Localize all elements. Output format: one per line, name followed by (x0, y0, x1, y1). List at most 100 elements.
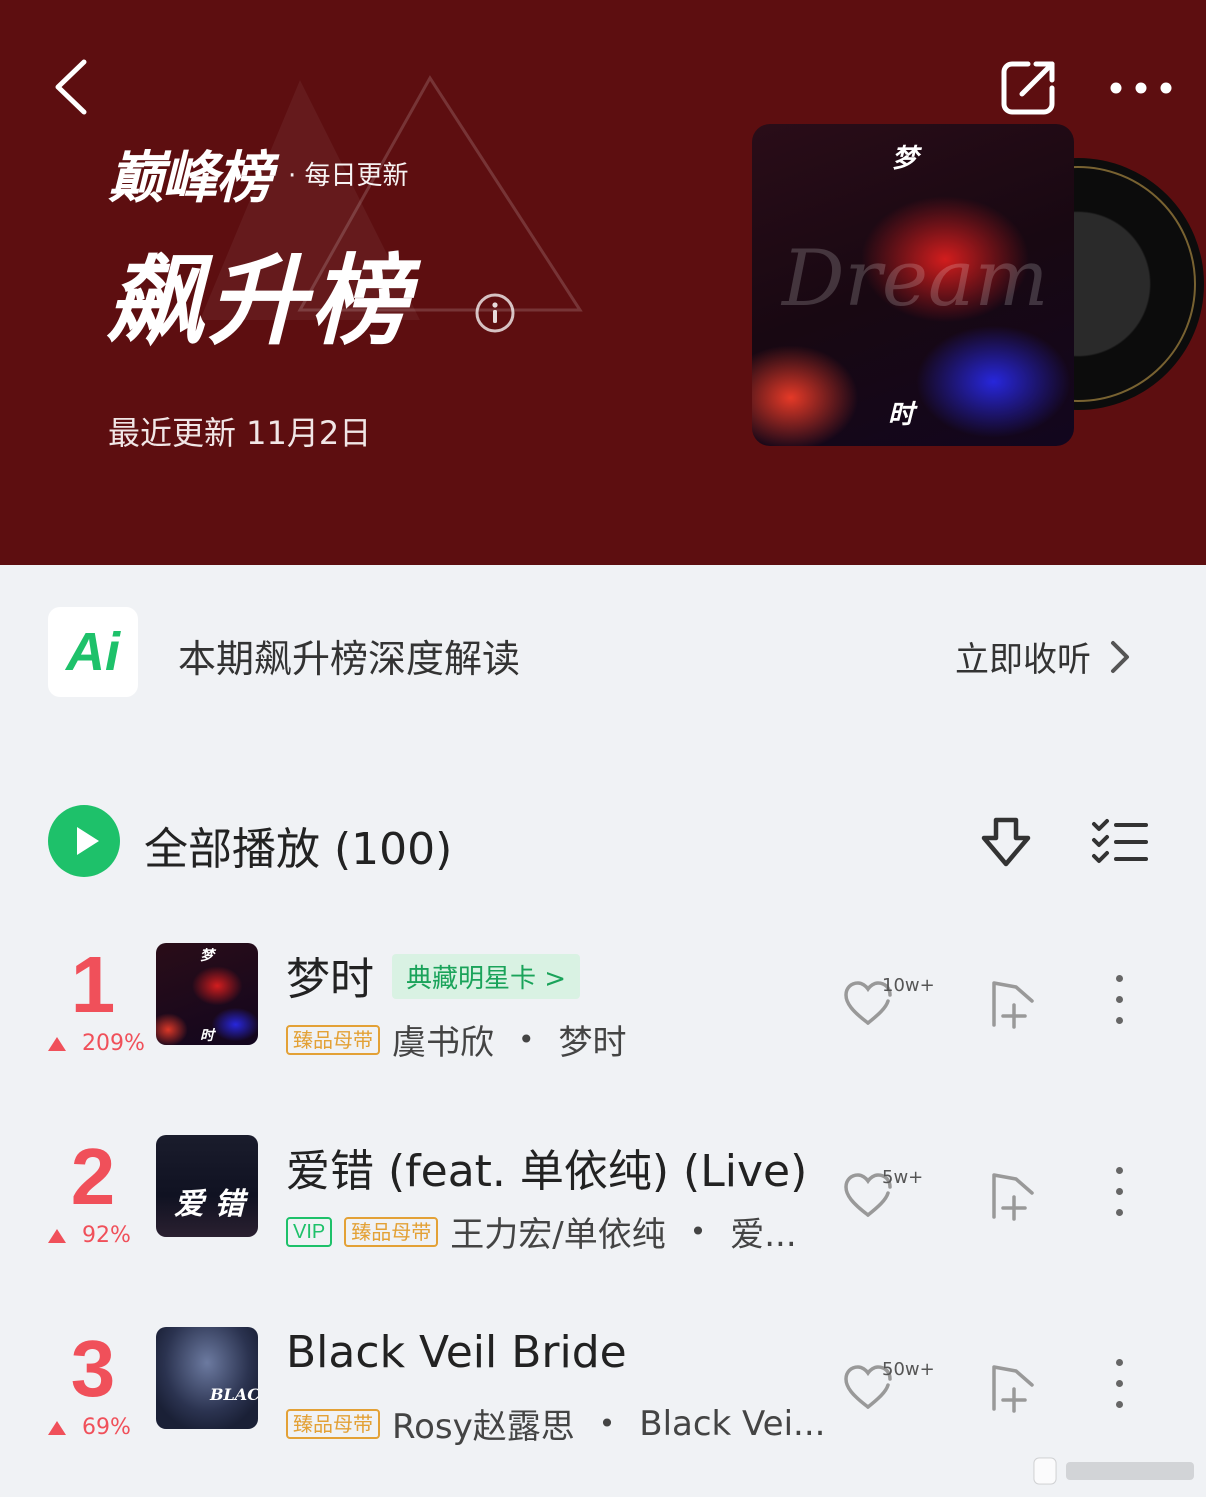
song-title-line[interactable]: 爱错 (feat. 单依纯) (Live) (286, 1135, 807, 1199)
ai-logo-text: Ai (66, 622, 120, 682)
song-thumbnail[interactable]: 爱 错 (156, 1135, 258, 1237)
song-rank: 3 (70, 1324, 116, 1413)
song-title-line[interactable]: 梦时 典藏明星卡 > (286, 943, 581, 1007)
more-dots-icon (1110, 82, 1172, 94)
separator-dot: • (518, 1023, 535, 1056)
song-title: 爱错 (feat. 单依纯) (Live) (286, 1146, 808, 1197)
song-rank: 1 (70, 940, 116, 1029)
master-tape-badge: 臻品母带 (286, 1408, 380, 1439)
dot-icon (1115, 1401, 1123, 1408)
download-icon (981, 817, 1031, 867)
cover-top-text: 梦 (892, 144, 919, 174)
share-icon (1001, 61, 1055, 115)
add-to-playlist-button[interactable] (986, 975, 1040, 1031)
brand-line: 巅峰榜 · 每日更新 (108, 138, 409, 211)
dot-icon (1115, 1209, 1123, 1216)
master-tape-badge: 臻品母带 (344, 1216, 439, 1247)
info-button[interactable] (474, 292, 516, 334)
trend-percent: 209% (82, 1031, 145, 1056)
master-tape-badge: 臻品母带 (286, 1024, 380, 1055)
listen-now-label: 立即收听 (955, 640, 1091, 680)
song-meta: 臻品母带 虞书欣 • 梦时 (286, 1015, 627, 1064)
dot-icon (1115, 1359, 1123, 1366)
thumb-text: 爱 错 (174, 1187, 245, 1222)
song-more-button[interactable] (1106, 1167, 1132, 1227)
update-date: 最近更新 11月2日 (108, 414, 372, 452)
back-button[interactable] (48, 52, 98, 122)
song-album: Black Vei... (639, 1403, 826, 1444)
trend-up-icon (48, 1036, 66, 1051)
info-icon (475, 293, 515, 333)
song-row[interactable]: 1 209% 梦 时 梦时 典藏明星卡 > 臻品母带 虞书欣 • 梦时 10w+ (0, 943, 1206, 1073)
add-to-playlist-button[interactable] (986, 1359, 1040, 1415)
song-album: 梦时 (558, 1023, 627, 1063)
song-row[interactable]: 2 92% 爱 错 爱错 (feat. 单依纯) (Live) VIP 臻品母带… (0, 1135, 1206, 1265)
ai-logo[interactable]: Ai (48, 607, 138, 697)
thumb-text: BLACK (210, 1385, 258, 1404)
add-music-icon (992, 1173, 1034, 1221)
rank-trend: 92% (48, 1223, 131, 1248)
dot-icon (1115, 1017, 1123, 1024)
chevron-right-icon (1111, 640, 1129, 673)
dot-icon (1115, 1380, 1123, 1387)
play-all-button[interactable] (48, 805, 120, 877)
song-title: 梦时 (286, 954, 374, 1005)
song-title-line[interactable]: Black Veil Bride (286, 1327, 627, 1378)
song-meta: VIP 臻品母带 王力宏/单依纯 • 爱... (286, 1207, 797, 1256)
chart-header: 巅峰榜 · 每日更新 飙升榜 最近更新 11月2日 Dream 梦 时 (0, 0, 1206, 565)
song-more-button[interactable] (1106, 1359, 1132, 1419)
like-count: 5w+ (882, 1167, 924, 1188)
like-button[interactable]: 50w+ (842, 1357, 942, 1417)
cover-image: Dream 梦 时 (752, 124, 1074, 446)
thumb-bottom-text: 时 (200, 1028, 214, 1044)
add-to-playlist-button[interactable] (986, 1167, 1040, 1223)
rank-trend: 69% (48, 1415, 131, 1440)
add-music-icon (992, 981, 1034, 1029)
song-thumbnail[interactable]: 梦 时 (156, 943, 258, 1045)
song-thumbnail[interactable]: BLACK (156, 1327, 258, 1429)
like-button[interactable]: 5w+ (842, 1165, 942, 1225)
chart-cover[interactable]: Dream 梦 时 (752, 124, 1204, 446)
star-card-badge[interactable]: 典藏明星卡 > (392, 953, 581, 999)
song-meta: 臻品母带 Rosy赵露思 • Black Vei... (286, 1399, 825, 1448)
more-options-button[interactable] (1106, 70, 1176, 106)
checklist-icon (1092, 819, 1148, 863)
song-title: Black Veil Bride (286, 1327, 627, 1378)
download-button[interactable] (978, 814, 1034, 870)
song-row[interactable]: 3 69% BLACK Black Veil Bride 臻品母带 Rosy赵露… (0, 1327, 1206, 1457)
multi-select-button[interactable] (1090, 818, 1150, 866)
separator-dot: • (598, 1407, 616, 1440)
like-count: 50w+ (882, 1359, 935, 1380)
brand-tag: · 每日更新 (288, 160, 409, 191)
trend-percent: 92% (82, 1223, 131, 1248)
brand-name: 巅峰榜 (108, 145, 272, 211)
dot-icon (1115, 1167, 1123, 1174)
song-more-button[interactable] (1106, 975, 1132, 1035)
song-artist: Rosy赵露思 (392, 1407, 575, 1447)
thumb-top-text: 梦 (200, 948, 214, 964)
ai-interpretation-text[interactable]: 本期飙升榜深度解读 (178, 628, 520, 683)
like-button[interactable]: 10w+ (842, 973, 942, 1033)
play-all-label[interactable]: 全部播放 (100) (144, 813, 452, 877)
add-music-icon (992, 1365, 1034, 1413)
song-rank: 2 (70, 1132, 116, 1221)
song-artist: 虞书欣 (392, 1023, 494, 1063)
trend-percent: 69% (82, 1415, 131, 1440)
cover-bottom-text: 时 (888, 400, 915, 430)
dot-icon (1115, 975, 1123, 982)
trend-up-icon (48, 1228, 66, 1243)
vip-badge: VIP (286, 1216, 333, 1247)
dot-icon (1115, 1188, 1123, 1195)
cover-script-text: Dream (782, 234, 1049, 324)
rank-trend: 209% (48, 1031, 145, 1056)
separator-dot: • (689, 1215, 707, 1248)
song-album: 爱... (730, 1215, 797, 1255)
trend-up-icon (48, 1420, 66, 1435)
song-artist: 王力宏/单依纯 (450, 1215, 666, 1255)
chart-title: 飙升榜 (106, 245, 413, 359)
watermark-logo (1033, 1457, 1194, 1485)
chevron-left-icon (55, 59, 87, 115)
dot-icon (1115, 996, 1123, 1003)
listen-now-button[interactable]: 立即收听 (955, 632, 1131, 681)
share-button[interactable] (998, 56, 1060, 118)
